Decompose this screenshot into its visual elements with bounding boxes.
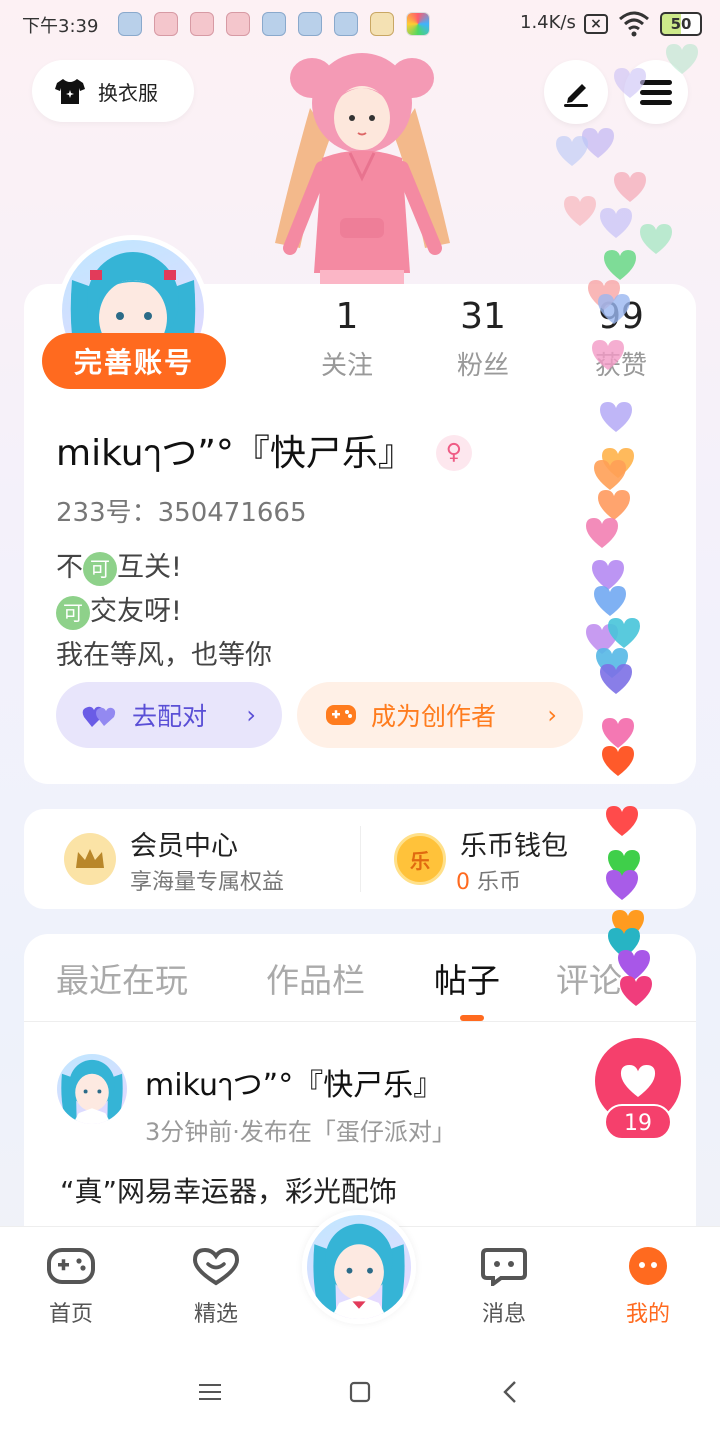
stat-following-label: 关注: [320, 351, 373, 381]
stat-likes[interactable]: 99 获赞: [566, 296, 676, 382]
avatar-image: [61, 1059, 123, 1124]
coin-amount: 0: [456, 870, 470, 895]
post-author-avatar[interactable]: [57, 1054, 127, 1124]
coin-unit: 乐币: [477, 870, 522, 895]
vip-center-title[interactable]: 会员中心: [130, 824, 238, 863]
become-creator-label: 成为创作者: [371, 702, 497, 731]
avatar-character[interactable]: [270, 48, 455, 288]
bio-line: 可交友呀!: [56, 590, 272, 634]
edit-profile-button[interactable]: [544, 60, 608, 124]
back-button[interactable]: [492, 1374, 528, 1410]
tab-posts[interactable]: 帖子: [434, 954, 500, 1002]
shirt-icon: [55, 79, 85, 104]
nav-home[interactable]: 首页: [26, 1246, 116, 1328]
gender-female-icon: ♀: [435, 434, 472, 471]
tab-recently-played[interactable]: 最近在玩: [56, 954, 188, 1002]
divider: [360, 826, 361, 892]
like-count: 19: [604, 1104, 672, 1140]
battery-icon: 50: [660, 12, 702, 36]
username: mikuๅつ”°『快ㄕ乐』 ♀: [56, 424, 472, 481]
pair-button[interactable]: 去配对 ›: [56, 682, 282, 748]
home-button[interactable]: [342, 1374, 378, 1410]
wifi-icon: [619, 11, 649, 37]
change-outfit-button[interactable]: 换衣服: [32, 60, 194, 122]
stat-fans-value: 31: [460, 296, 506, 337]
notification-icon: [262, 12, 286, 36]
stat-fans[interactable]: 31 粉丝: [428, 296, 538, 382]
status-bar: 下午3:39 1.4K/s × 50: [0, 0, 720, 48]
coin-wallet-title[interactable]: 乐币钱包: [460, 824, 568, 863]
back-chevron-icon: [503, 1381, 516, 1403]
nav-me[interactable]: 我的: [603, 1246, 693, 1328]
menu-button[interactable]: [624, 60, 688, 124]
nav-messages[interactable]: 消息: [459, 1246, 549, 1328]
menu-icon: [640, 80, 672, 105]
stat-fans-label: 粉丝: [456, 351, 509, 381]
notification-icon: [226, 12, 250, 36]
badge-icon: 可: [56, 595, 90, 630]
notification-icon: [298, 12, 322, 36]
no-sim-icon: ×: [584, 14, 608, 34]
coin-balance: 0 乐币: [456, 864, 521, 896]
nav-home-label: 首页: [48, 1302, 93, 1327]
tab-works[interactable]: 作品栏: [266, 954, 365, 1002]
user-id[interactable]: 233号：350471665: [56, 492, 307, 529]
chat-icon: [481, 1248, 527, 1288]
heart-icon: [192, 1247, 240, 1286]
status-time: 下午3:39: [22, 16, 99, 37]
crown-icon: [64, 833, 116, 885]
notification-icon: [334, 12, 358, 36]
bio-line: 我在等风，也等你: [56, 640, 272, 671]
become-creator-button[interactable]: 成为创作者 ›: [297, 682, 583, 748]
vip-center-subtitle: 享海量专属权益: [130, 870, 285, 895]
stat-likes-label: 获赞: [594, 351, 647, 381]
face-icon: [629, 1247, 667, 1285]
chevron-right-icon: ›: [547, 701, 557, 729]
square-icon: [349, 1381, 371, 1403]
nav-featured-label: 精选: [193, 1302, 238, 1327]
notification-icons: [118, 12, 430, 36]
complete-account-button[interactable]: 完善账号: [42, 333, 226, 389]
heart-icon: [620, 1065, 656, 1097]
nav-me-label: 我的: [625, 1302, 670, 1327]
post-meta: 3分钟前·发布在「蛋仔派对」: [145, 1118, 456, 1146]
gamepad-icon: [326, 705, 356, 725]
notification-icon: [154, 12, 178, 36]
username-text: mikuๅつ”°『快ㄕ乐』: [56, 433, 414, 474]
pair-button-label: 去配对: [132, 702, 208, 731]
chevron-right-icon: ›: [246, 701, 256, 729]
post-text[interactable]: “真”网易幸运器，彩光配饰: [60, 1170, 397, 1210]
edit-icon: [564, 84, 588, 107]
network-speed: 1.4K/s: [520, 12, 576, 33]
bio-line: 不可互关!: [56, 546, 272, 590]
notification-icon: [370, 12, 394, 36]
nav-messages-label: 消息: [481, 1302, 526, 1327]
notification-icon: [190, 12, 214, 36]
nav-featured[interactable]: 精选: [171, 1246, 261, 1328]
divider: [24, 1021, 696, 1022]
badge-icon: 可: [83, 551, 117, 586]
stat-likes-value: 99: [598, 296, 644, 337]
avatar-image: [313, 1223, 405, 1319]
post-author-name[interactable]: mikuๅつ”°『快ㄕ乐』: [145, 1060, 443, 1109]
coin-icon: 乐: [394, 833, 446, 885]
stat-following[interactable]: 1 关注: [292, 296, 402, 382]
notification-icon: [118, 12, 142, 36]
stat-following-value: 1: [335, 296, 359, 337]
double-heart-icon: [82, 706, 116, 727]
nav-center-avatar[interactable]: [302, 1210, 416, 1324]
bio: 不可互关! 可交友呀! 我在等风，也等你: [56, 546, 272, 678]
menu-icon: [199, 1384, 221, 1400]
notification-icon: [406, 12, 430, 36]
gamepad-icon: [47, 1248, 95, 1284]
coin-icon-glyph: 乐: [410, 848, 430, 873]
recent-apps-button[interactable]: [192, 1374, 228, 1410]
tab-comments[interactable]: 评论: [556, 954, 676, 1002]
change-outfit-label: 换衣服: [98, 80, 158, 105]
